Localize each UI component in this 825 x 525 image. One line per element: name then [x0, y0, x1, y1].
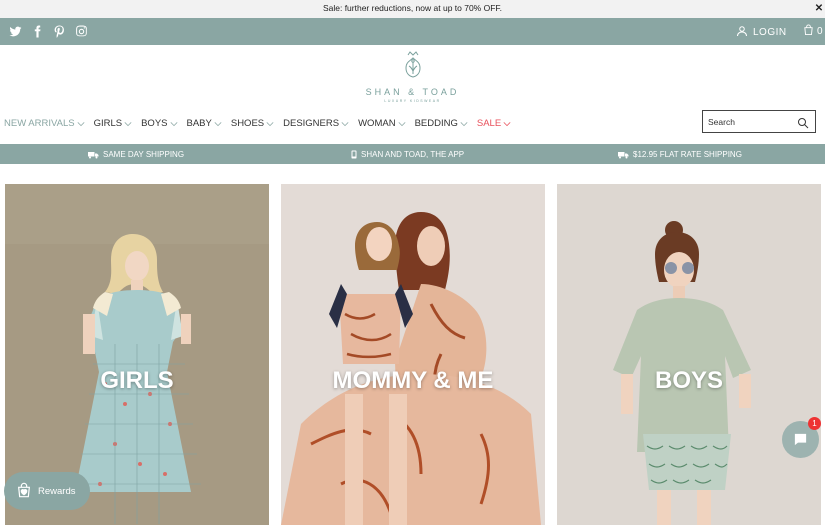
chevron-down-icon — [214, 121, 222, 126]
rewards-button[interactable]: Rewards — [4, 472, 90, 510]
brand-logo[interactable]: SHAN & TOAD LUXURY KIDSWEAR — [355, 50, 470, 112]
announcement-bar: Sale: further reductions, now at up to 7… — [0, 0, 825, 18]
boys-photo — [557, 184, 821, 525]
brand-name: SHAN & TOAD — [365, 87, 460, 97]
category-tile-mommy-and-me[interactable]: MOMMY & ME — [281, 184, 545, 525]
promo-bar: SAME DAY SHIPPING SHAN AND TOAD, THE APP… — [0, 144, 825, 164]
nav-item-label: NEW ARRIVALS — [4, 118, 75, 129]
nav-item-new-arrivals[interactable]: NEW ARRIVALS — [4, 118, 85, 129]
chevron-down-icon — [460, 121, 468, 126]
nav-item-label: SHOES — [230, 118, 265, 129]
social-links — [9, 25, 88, 38]
nav-item-girls[interactable]: GIRLS — [94, 118, 133, 129]
search-box — [702, 110, 816, 133]
tile-label: MOMMY & ME — [332, 367, 494, 394]
twitter-icon[interactable] — [9, 25, 22, 38]
facebook-icon[interactable] — [31, 25, 44, 38]
nav-item-bedding[interactable]: BEDDING — [415, 118, 468, 129]
chevron-down-icon — [77, 121, 85, 126]
nav-item-label: BEDDING — [414, 118, 458, 129]
chevron-down-icon — [503, 121, 511, 126]
user-icon — [736, 25, 748, 40]
nav-item-shoes[interactable]: SHOES — [231, 118, 274, 129]
nav-item-sale[interactable]: SALE — [477, 118, 511, 129]
nav-item-label: SALE — [476, 118, 502, 129]
chevron-down-icon — [170, 121, 177, 126]
nav-item-designers[interactable]: DESIGNERS — [283, 118, 349, 129]
phone-icon — [351, 150, 357, 159]
close-announcement-button[interactable]: ✕ — [813, 2, 825, 16]
announcement-text: Sale: further reductions, now at up to 7… — [322, 3, 503, 13]
chevron-down-icon — [341, 121, 349, 126]
nav-item-label: BOYS — [141, 118, 168, 129]
promo-label: SHAN AND TOAD, THE APP — [361, 150, 465, 159]
login-link[interactable]: LOGIN — [736, 25, 787, 40]
chat-bubble-icon — [794, 433, 807, 446]
nav-item-label: WOMAN — [358, 118, 396, 129]
nav-item-label: BABY — [186, 118, 212, 129]
promo-same-day-shipping[interactable]: SAME DAY SHIPPING — [88, 150, 184, 159]
nav-item-baby[interactable]: BABY — [187, 118, 222, 129]
nav-item-label: GIRLS — [93, 118, 123, 129]
cart-count: 0 — [817, 26, 823, 37]
tile-label: GIRLS — [100, 367, 174, 394]
truck-icon — [88, 151, 99, 158]
category-tile-boys[interactable]: BOYS — [557, 184, 821, 525]
main-nav: NEW ARRIVALS GIRLS BOYS BABY SHOES DESIG… — [4, 118, 511, 129]
search-input[interactable] — [708, 115, 788, 129]
top-bar: LOGIN 0 — [0, 18, 825, 45]
chat-notification-badge: 1 — [808, 417, 821, 430]
nav-item-label: DESIGNERS — [283, 118, 340, 129]
rewards-label: Rewards — [38, 485, 76, 497]
nav-item-boys[interactable]: BOYS — [141, 118, 177, 129]
promo-app[interactable]: SHAN AND TOAD, THE APP — [351, 150, 464, 159]
promo-label: $12.95 FLAT RATE SHIPPING — [633, 150, 742, 159]
chevron-down-icon — [124, 121, 132, 126]
chevron-down-icon — [398, 121, 406, 126]
tile-label: BOYS — [654, 367, 723, 394]
mommy-and-me-photo — [281, 184, 545, 525]
cart-button[interactable]: 0 — [803, 24, 823, 39]
chevron-down-icon — [266, 121, 274, 126]
brand-tagline: LUXURY KIDSWEAR — [384, 99, 441, 103]
shopping-bag-icon — [803, 24, 814, 39]
promo-label: SAME DAY SHIPPING — [103, 150, 185, 159]
instagram-icon[interactable] — [75, 25, 88, 38]
search-icon[interactable] — [797, 116, 809, 129]
crest-icon — [355, 50, 470, 85]
truck-icon — [618, 151, 629, 158]
login-label: LOGIN — [753, 27, 787, 38]
nav-item-woman[interactable]: WOMAN — [358, 118, 406, 129]
promo-flat-rate-shipping[interactable]: $12.95 FLAT RATE SHIPPING — [618, 150, 742, 159]
pinterest-icon[interactable] — [53, 25, 66, 38]
gift-bag-icon — [16, 482, 32, 501]
